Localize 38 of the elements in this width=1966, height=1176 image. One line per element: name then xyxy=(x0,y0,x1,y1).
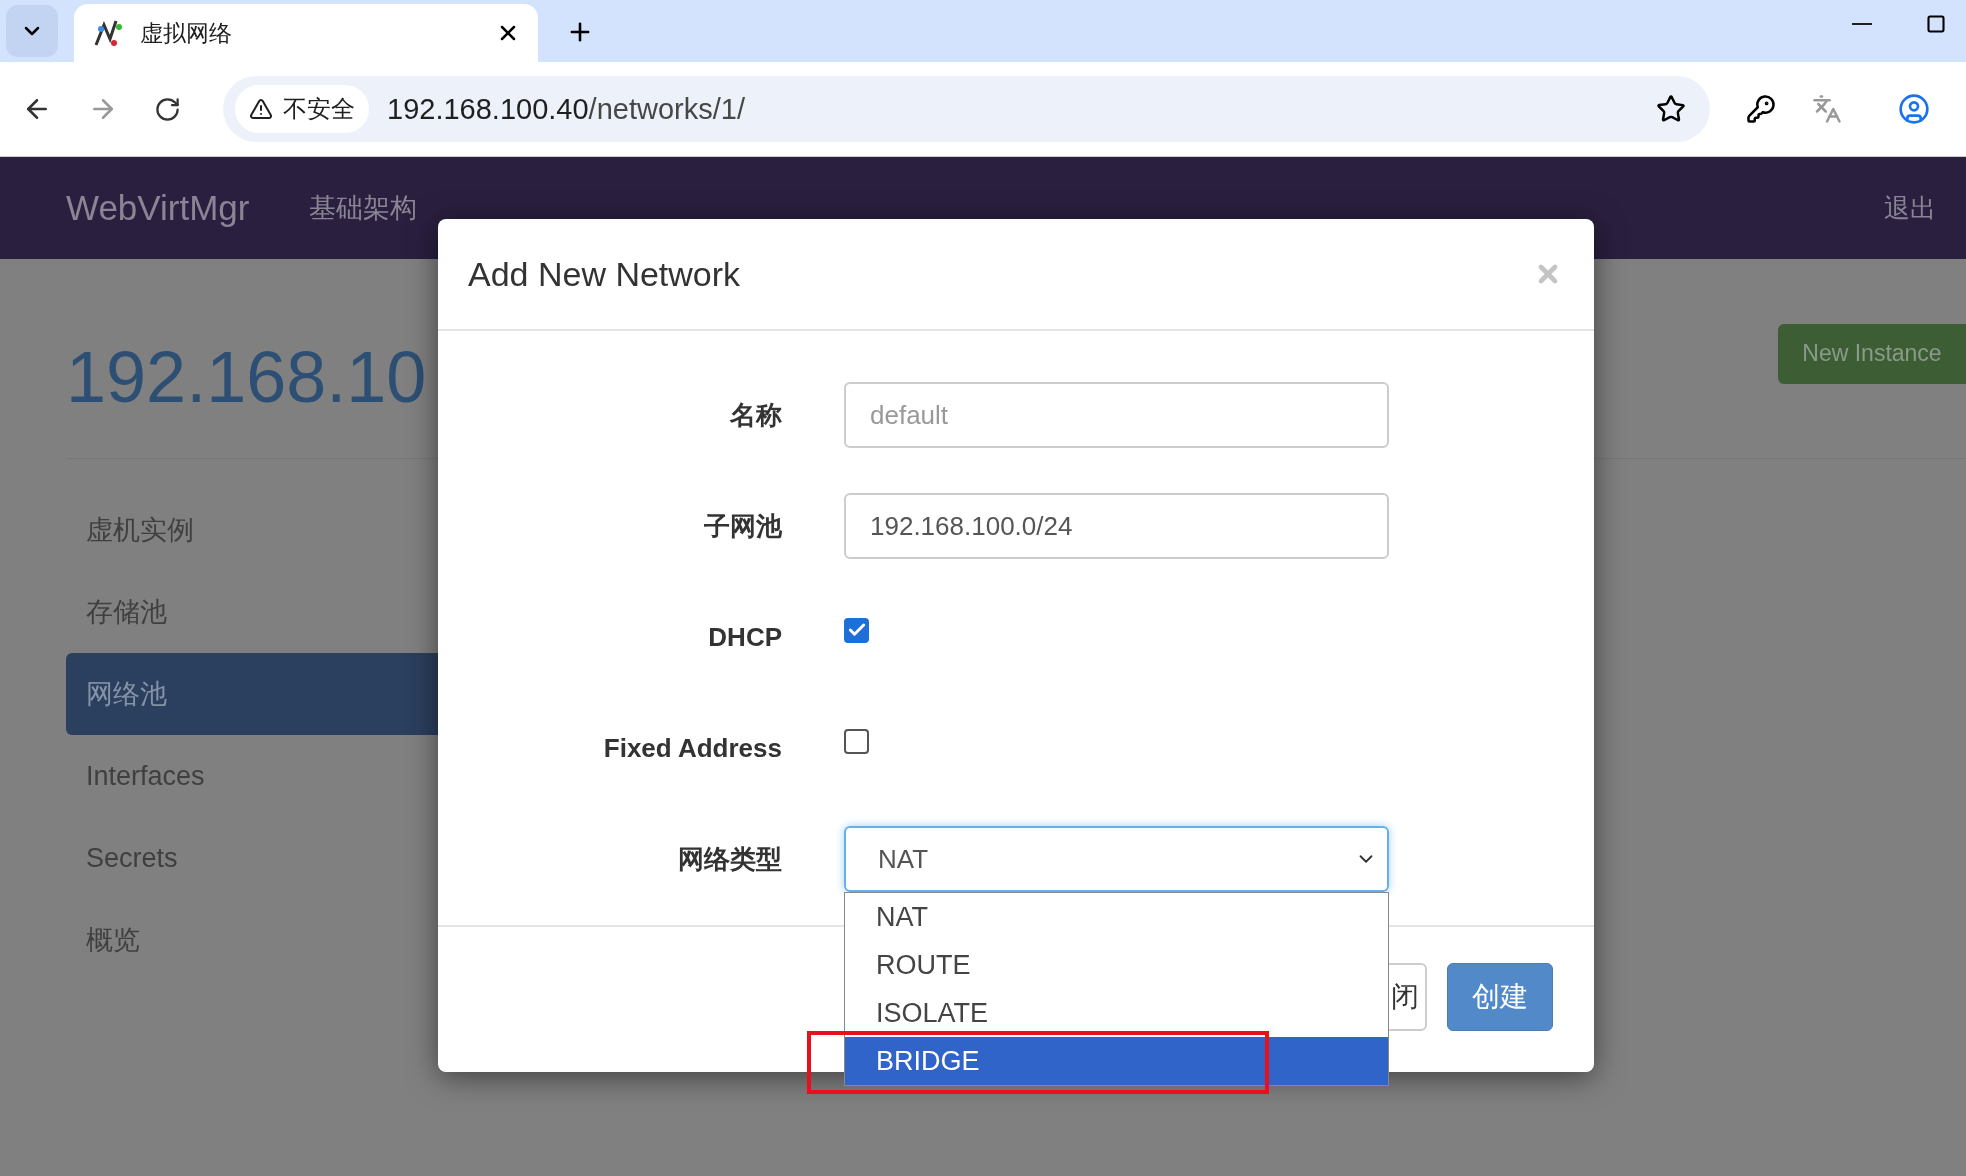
field-label: 名称 xyxy=(728,398,782,432)
logout-link[interactable]: 退出 xyxy=(1884,190,1936,226)
dropdown-option[interactable]: BRIDGE xyxy=(845,1037,1388,1085)
profile-icon xyxy=(1898,93,1930,125)
checkbox[interactable] xyxy=(844,617,869,643)
security-chip[interactable]: 不安全 xyxy=(235,85,369,133)
nav-link[interactable]: 基础架构 xyxy=(309,190,418,226)
maximize-button[interactable] xyxy=(1926,14,1946,34)
bookmark-button[interactable] xyxy=(1656,94,1686,124)
translate-icon xyxy=(1812,94,1842,124)
field-label: 网络类型 xyxy=(677,842,782,876)
modal-title: Add New Network xyxy=(468,254,742,294)
text-field[interactable]: 192.168.100.0/24 xyxy=(844,493,1389,559)
field-label: DHCP xyxy=(707,621,782,653)
minimize-icon xyxy=(1852,23,1872,25)
new-instance-button[interactable]: New Instance xyxy=(1778,323,1966,384)
key-icon xyxy=(1746,94,1776,124)
tab-title: 虚拟网络 xyxy=(140,18,233,48)
star-icon xyxy=(1656,94,1686,124)
field-label: 子网池 xyxy=(703,509,782,543)
maximize-icon xyxy=(1926,14,1946,34)
brand-text: WebVirtMgr xyxy=(66,188,250,228)
passwords-button[interactable] xyxy=(1746,94,1776,124)
field-label: Fixed Address xyxy=(602,732,782,764)
page-title: 192.168.10 xyxy=(66,335,427,418)
checkbox[interactable] xyxy=(844,728,869,754)
reload-button[interactable] xyxy=(154,95,181,123)
translate-button[interactable] xyxy=(1812,94,1842,124)
text-field[interactable]: default xyxy=(844,382,1389,448)
create-button[interactable]: 创建 xyxy=(1447,962,1553,1031)
reload-icon xyxy=(154,95,181,123)
warning-icon xyxy=(249,97,273,121)
url-text: 192.168.100.40/networks/1/ xyxy=(387,92,746,126)
browser-tab[interactable]: 虚拟网络 xyxy=(74,4,538,62)
profile-button[interactable] xyxy=(1898,93,1930,125)
tab-list-button[interactable] xyxy=(6,5,58,57)
address-bar[interactable]: 不安全 192.168.100.40/networks/1/ xyxy=(223,76,1710,142)
select-field[interactable]: NAT xyxy=(844,826,1389,892)
